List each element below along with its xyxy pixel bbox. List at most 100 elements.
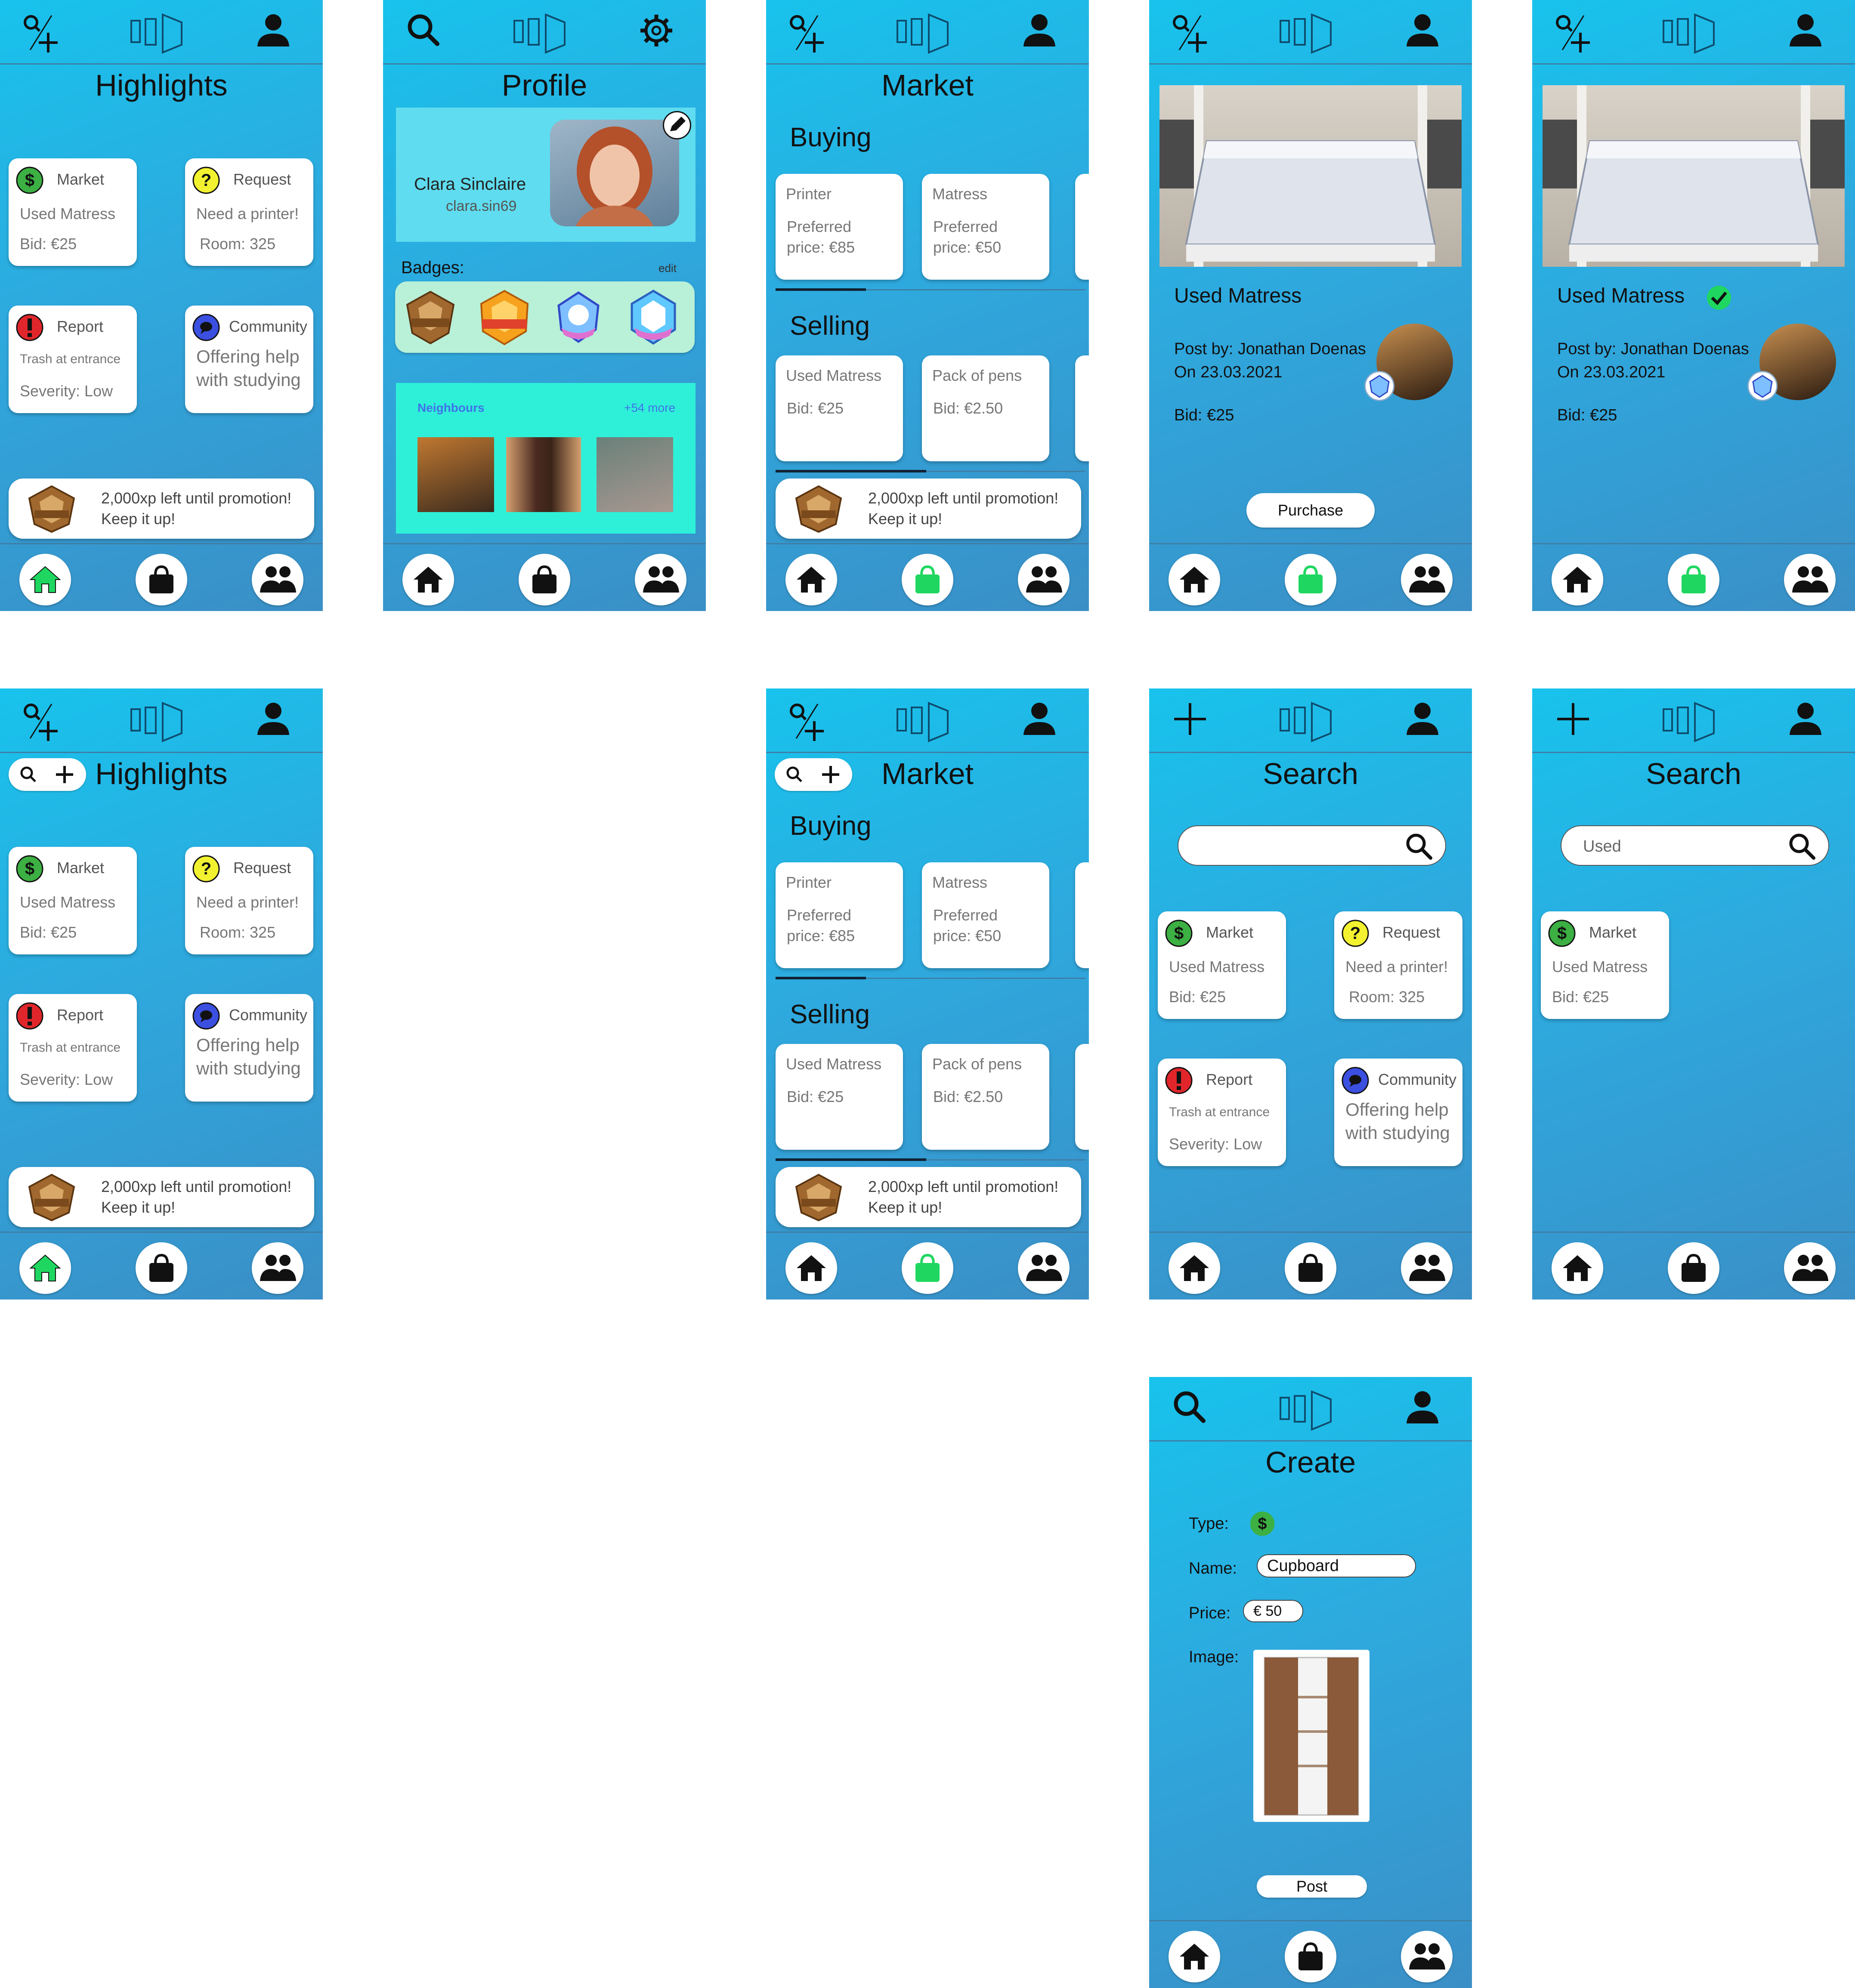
dollar-icon[interactable]: $	[1248, 1510, 1277, 1538]
search-add-icon[interactable]	[22, 700, 60, 743]
selling-scrollbar[interactable]	[776, 470, 926, 472]
home-button[interactable]	[19, 1242, 71, 1294]
home-button[interactable]	[1169, 1242, 1220, 1294]
community-button[interactable]	[252, 554, 303, 605]
highlight-card-request[interactable]: ? Request Need a printer! Room: 325	[185, 847, 313, 954]
market-button[interactable]	[1668, 1242, 1719, 1294]
market-button[interactable]	[519, 554, 570, 605]
neighbour-photo[interactable]	[506, 437, 581, 512]
promotion-banner[interactable]: 2,000xp left until promotion! Keep it up!	[9, 1167, 314, 1227]
user-icon[interactable]	[254, 700, 293, 738]
user-icon[interactable]	[1403, 1388, 1442, 1427]
market-button[interactable]	[1285, 1242, 1336, 1294]
search-add-icon[interactable]	[788, 700, 826, 743]
search-add-icon[interactable]	[1171, 11, 1209, 54]
add-icon[interactable]	[1554, 700, 1592, 738]
add-icon[interactable]	[1171, 700, 1209, 738]
result-card-market[interactable]: $ Market Used Matress Bid: €25	[1158, 911, 1286, 1019]
promotion-banner[interactable]: 2,000xp left until promotion! Keep it up!	[776, 478, 1081, 539]
home-button[interactable]	[402, 554, 454, 605]
user-icon[interactable]	[1786, 700, 1825, 738]
home-button[interactable]	[1169, 1931, 1220, 1982]
user-icon[interactable]	[1403, 11, 1442, 50]
user-icon[interactable]	[1786, 11, 1825, 50]
market-button[interactable]	[136, 554, 187, 605]
market-button[interactable]	[136, 1242, 187, 1294]
highlight-card-market[interactable]: $ Market Used Matress Bid: €25	[9, 847, 137, 954]
home-button[interactable]	[1552, 554, 1603, 605]
highlight-card-community[interactable]: Community Offering help with studying	[185, 994, 313, 1102]
user-icon[interactable]	[1020, 11, 1059, 50]
search-add-icon[interactable]	[22, 11, 60, 54]
community-button[interactable]	[1784, 554, 1836, 605]
result-card-market[interactable]: $ Market Used Matress Bid: €25	[1541, 911, 1669, 1019]
selling-card[interactable]: Used Matress Bid: €25	[776, 355, 903, 461]
selling-card-partial[interactable]	[1075, 1044, 1089, 1150]
community-button[interactable]	[1401, 1242, 1453, 1294]
market-button[interactable]	[902, 554, 953, 605]
community-button[interactable]	[1018, 554, 1070, 605]
user-icon[interactable]	[1403, 700, 1442, 738]
user-icon[interactable]	[254, 11, 293, 50]
buying-card[interactable]: Printer Preferred price: €85	[776, 862, 903, 968]
buying-card-partial[interactable]	[1075, 862, 1089, 968]
selling-card[interactable]: Pack of pens Bid: €2.50	[922, 1044, 1049, 1150]
post-button[interactable]: Post	[1257, 1875, 1367, 1898]
community-button[interactable]	[1401, 1931, 1453, 1982]
purchase-button[interactable]: Purchase	[1246, 493, 1375, 528]
highlight-card-report[interactable]: Report Trash at entrance Severity: Low	[9, 306, 137, 413]
buying-card[interactable]: Matress Preferred price: €50	[922, 174, 1049, 280]
promotion-banner[interactable]: 2,000xp left until promotion! Keep it up!	[776, 1167, 1081, 1227]
selling-scrollbar[interactable]	[776, 1158, 926, 1161]
neighbour-photo[interactable]	[417, 437, 494, 512]
market-button[interactable]	[1668, 554, 1719, 605]
search-add-icon[interactable]	[1554, 11, 1592, 54]
result-card-report[interactable]: Report Trash at entrance Severity: Low	[1158, 1059, 1286, 1166]
badges-edit-link[interactable]: edit	[659, 262, 677, 275]
buying-scrollbar[interactable]	[776, 288, 866, 291]
highlight-card-request[interactable]: ? Request Need a printer! Room: 325	[185, 158, 313, 266]
search-icon[interactable]	[1171, 1388, 1209, 1427]
market-button[interactable]	[1285, 554, 1336, 605]
neighbour-photo[interactable]	[597, 437, 673, 512]
home-button[interactable]	[1552, 1242, 1603, 1294]
name-field[interactable]: Cupboard	[1257, 1554, 1416, 1577]
community-button[interactable]	[1018, 1242, 1070, 1294]
search-icon[interactable]	[1404, 831, 1434, 861]
highlight-card-market[interactable]: $ Market Used Matress Bid: €25	[9, 158, 137, 266]
edit-photo-button[interactable]	[663, 111, 691, 139]
result-card-request[interactable]: ? Request Need a printer! Room: 325	[1334, 911, 1462, 1019]
search-icon[interactable]	[1787, 831, 1817, 861]
selling-card[interactable]: Used Matress Bid: €25	[776, 1044, 903, 1150]
highlight-card-report[interactable]: Report Trash at entrance Severity: Low	[9, 994, 137, 1102]
shopping-bag-icon	[915, 565, 940, 593]
result-card-community[interactable]: Community Offering help with studying	[1334, 1059, 1462, 1166]
market-button[interactable]	[1285, 1931, 1336, 1982]
community-button[interactable]	[252, 1242, 303, 1294]
image-upload[interactable]	[1253, 1650, 1370, 1822]
buying-card[interactable]: Printer Preferred price: €85	[776, 174, 903, 280]
promotion-banner[interactable]: 2,000xp left until promotion! Keep it up!	[9, 478, 314, 539]
community-button[interactable]	[1401, 554, 1453, 605]
search-input[interactable]	[1178, 825, 1446, 866]
market-button[interactable]	[902, 1242, 953, 1294]
highlight-card-community[interactable]: Community Offering help with studying	[185, 306, 313, 413]
community-button[interactable]	[1784, 1242, 1836, 1294]
price-field[interactable]: € 50	[1243, 1600, 1303, 1622]
home-button[interactable]	[785, 554, 837, 605]
home-button[interactable]	[785, 1242, 837, 1294]
buying-card[interactable]: Matress Preferred price: €50	[922, 862, 1049, 968]
search-add-icon[interactable]	[788, 11, 826, 54]
home-button[interactable]	[1169, 554, 1220, 605]
community-button[interactable]	[635, 554, 686, 605]
home-button[interactable]	[19, 554, 71, 605]
buying-card-partial[interactable]	[1075, 174, 1089, 280]
neighbours-more-link[interactable]: +54 more	[624, 401, 675, 415]
selling-card[interactable]: Pack of pens Bid: €2.50	[922, 355, 1049, 461]
search-input[interactable]: Used	[1561, 825, 1829, 866]
buying-scrollbar[interactable]	[776, 977, 866, 979]
search-icon[interactable]	[405, 11, 443, 50]
user-icon[interactable]	[1020, 700, 1059, 738]
gear-icon[interactable]	[637, 11, 676, 50]
selling-card-partial[interactable]	[1075, 355, 1089, 461]
